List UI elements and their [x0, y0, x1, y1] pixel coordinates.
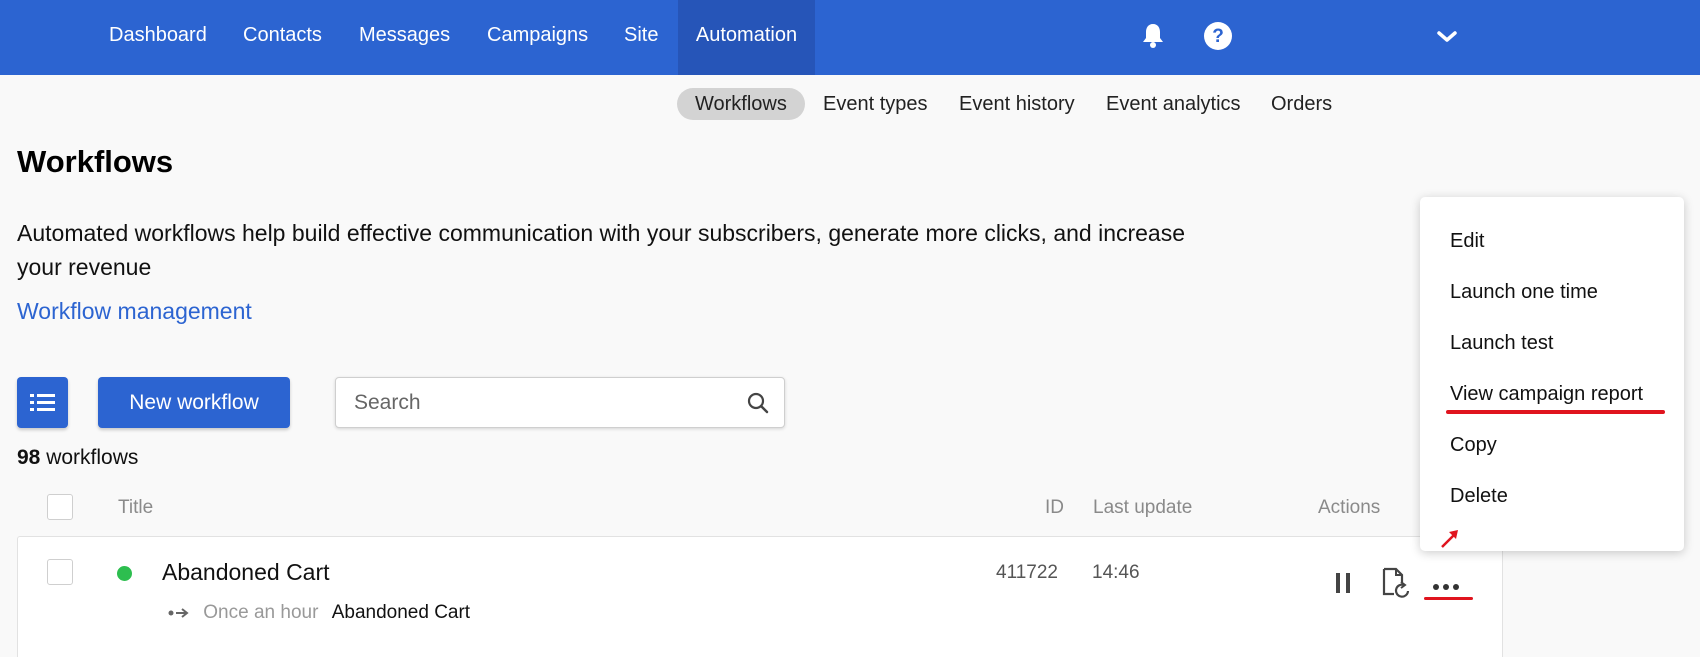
row-checkbox[interactable] — [47, 559, 73, 585]
pause-icon[interactable] — [1328, 568, 1358, 598]
workflow-title[interactable]: Abandoned Cart — [162, 559, 330, 586]
chevron-down-icon[interactable] — [1434, 24, 1460, 50]
subtab-event-types[interactable]: Event types — [805, 88, 946, 120]
table-row — [17, 536, 1503, 657]
report-refresh-icon[interactable] — [1380, 566, 1412, 600]
annotation-underline-report — [1446, 410, 1665, 414]
subtab-event-history[interactable]: Event history — [941, 88, 1093, 120]
search-input[interactable] — [354, 390, 734, 416]
menu-item-launch-test[interactable]: Launch test — [1450, 332, 1553, 355]
annotation-underline-more — [1424, 597, 1473, 600]
nav-automation[interactable]: Automation — [678, 0, 815, 75]
nav-site[interactable]: Site — [606, 0, 676, 75]
svg-text:?: ? — [1212, 26, 1224, 47]
nav-campaigns[interactable]: Campaigns — [469, 0, 606, 75]
top-navigation: Dashboard Contacts Messages Campaigns Si… — [0, 0, 1700, 75]
search-icon[interactable] — [746, 391, 770, 415]
menu-item-delete[interactable]: Delete — [1450, 485, 1508, 508]
select-all-checkbox[interactable] — [47, 494, 73, 520]
column-id[interactable]: ID — [1045, 497, 1064, 519]
workflow-management-link[interactable]: Workflow management — [17, 298, 252, 325]
workflow-last-update: 14:46 — [1092, 562, 1140, 583]
column-actions: Actions — [1318, 497, 1381, 518]
subtab-workflows[interactable]: Workflows — [677, 88, 805, 120]
workflow-count: 98 workflows — [17, 446, 138, 470]
new-workflow-button[interactable]: New workflow — [98, 377, 290, 428]
menu-item-view-campaign-report[interactable]: View campaign report — [1450, 383, 1643, 406]
list-view-button[interactable] — [17, 377, 68, 428]
arrow-annotation-icon — [1441, 530, 1458, 548]
page-description: Automated workflows help build effective… — [17, 220, 1186, 280]
menu-item-edit[interactable]: Edit — [1450, 230, 1484, 253]
column-last-update[interactable]: Last update — [1093, 497, 1192, 519]
trigger-event: Abandoned Cart — [331, 602, 471, 623]
subtab-orders[interactable]: Orders — [1253, 88, 1350, 120]
nav-dashboard[interactable]: Dashboard — [91, 0, 225, 75]
subtab-event-analytics[interactable]: Event analytics — [1088, 88, 1259, 120]
status-indicator — [117, 566, 132, 581]
bell-icon[interactable] — [1138, 21, 1168, 51]
workflow-id: 411722 — [996, 562, 1058, 583]
workflow-trigger-info: Once an hour Abandoned Cart — [168, 602, 470, 624]
workflow-count-label: workflows — [46, 446, 139, 469]
nav-contacts[interactable]: Contacts — [225, 0, 340, 75]
list-icon — [30, 394, 55, 411]
page-title: Workflows — [17, 144, 174, 179]
menu-item-copy[interactable]: Copy — [1450, 434, 1497, 457]
trigger-arrow-icon — [168, 608, 189, 618]
column-title[interactable]: Title — [118, 497, 153, 519]
actions-menu: Edit Launch one time Launch test View ca… — [1420, 197, 1684, 551]
help-icon[interactable]: ? — [1203, 21, 1233, 51]
trigger-frequency: Once an hour — [203, 602, 319, 623]
search-box — [335, 377, 785, 428]
workflow-count-number: 98 — [17, 446, 41, 469]
nav-messages[interactable]: Messages — [341, 0, 468, 75]
menu-item-launch-one-time[interactable]: Launch one time — [1450, 281, 1598, 304]
